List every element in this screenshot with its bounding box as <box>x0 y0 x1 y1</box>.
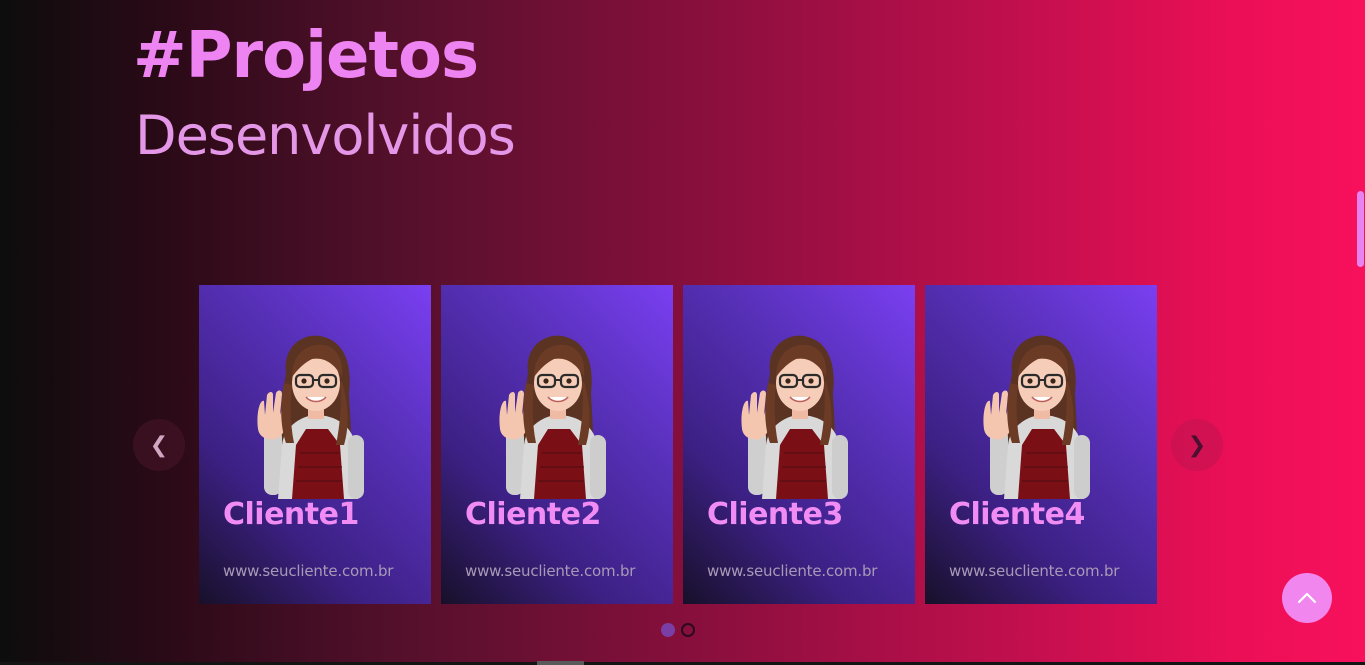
avatar-waving-girl-image <box>499 335 606 499</box>
project-card[interactable]: Cliente1 www.seucliente.com.br <box>199 285 431 604</box>
avatar-waving-girl-image <box>257 335 364 499</box>
card-title: Cliente2 <box>465 497 601 532</box>
card-url[interactable]: www.seucliente.com.br <box>707 562 877 580</box>
project-card[interactable]: Cliente2 www.seucliente.com.br <box>441 285 673 604</box>
card-url[interactable]: www.seucliente.com.br <box>223 562 393 580</box>
avatar-waving-girl-image <box>741 335 848 499</box>
carousel-next-button[interactable]: ❯ <box>1171 419 1223 471</box>
section-title: #Projetos <box>133 19 479 93</box>
chevron-right-icon: ❯ <box>1187 432 1207 458</box>
card-title: Cliente3 <box>707 497 843 532</box>
carousel-dot-1[interactable] <box>661 623 675 637</box>
card-url[interactable]: www.seucliente.com.br <box>465 562 635 580</box>
chevron-left-icon: ❮ <box>149 432 169 458</box>
chevron-up-icon <box>1297 592 1317 604</box>
project-card[interactable]: Cliente3 www.seucliente.com.br <box>683 285 915 604</box>
section-subtitle: Desenvolvidos <box>135 104 516 167</box>
project-card[interactable]: Cliente4 www.seucliente.com.br <box>925 285 1157 604</box>
card-title: Cliente4 <box>949 497 1085 532</box>
bottom-scroll-handle[interactable] <box>537 661 584 665</box>
card-title: Cliente1 <box>223 497 359 532</box>
carousel-dot-2[interactable] <box>681 623 695 637</box>
avatar-waving-girl-image <box>983 335 1090 499</box>
card-url[interactable]: www.seucliente.com.br <box>949 562 1119 580</box>
scroll-to-top-button[interactable] <box>1282 573 1332 623</box>
carousel-prev-button[interactable]: ❮ <box>133 419 185 471</box>
scrollbar-thumb[interactable] <box>1357 191 1364 267</box>
